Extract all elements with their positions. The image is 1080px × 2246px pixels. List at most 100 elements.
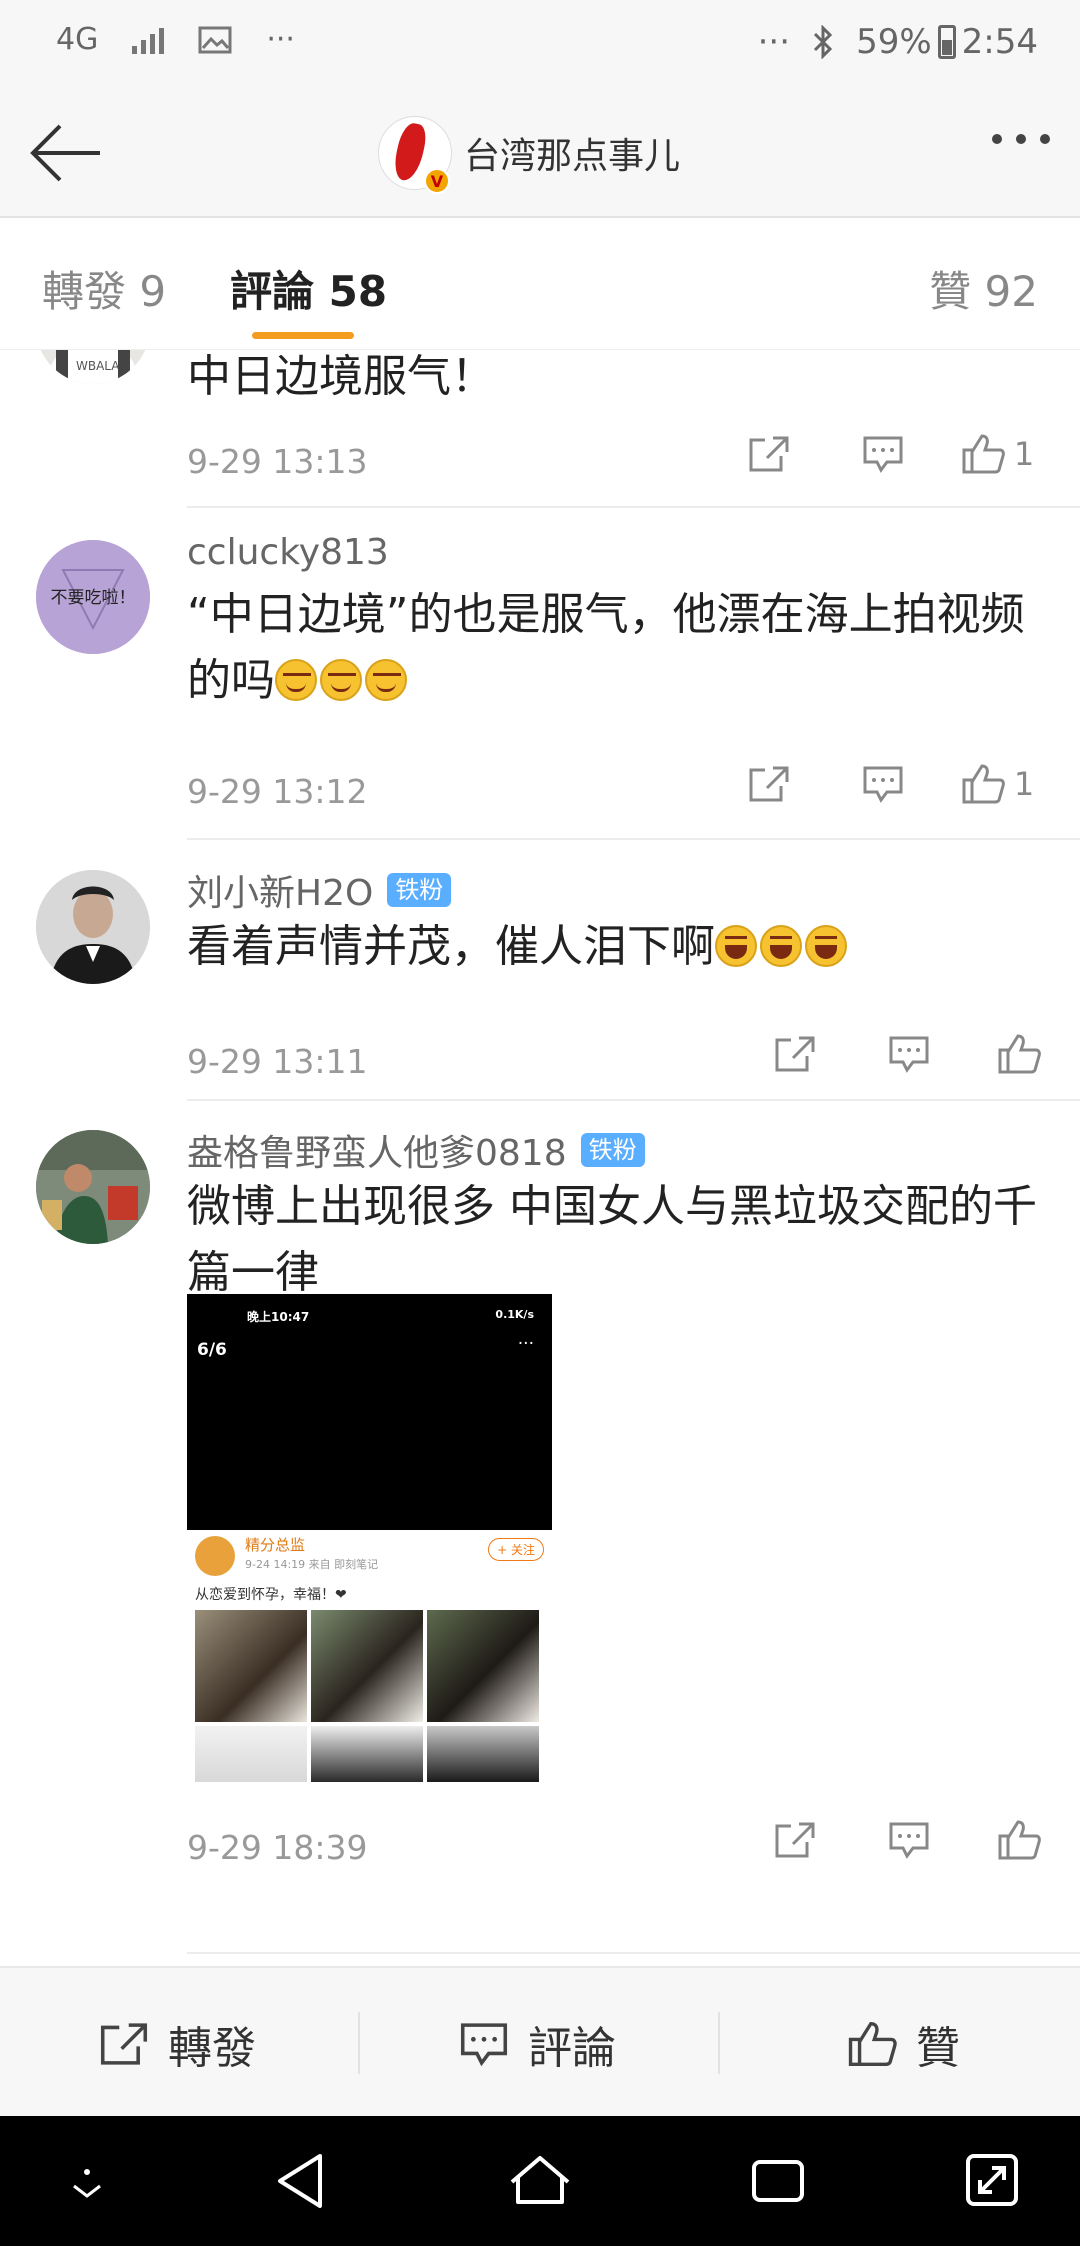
like-button[interactable]: 1 xyxy=(940,762,1054,806)
tab-bar: 轉發 9 評論 58 贊 92 xyxy=(0,218,1080,350)
system-nav-bar xyxy=(0,2116,1080,2246)
reply-button[interactable] xyxy=(852,1820,966,1860)
comment-time: 9-29 13:12 xyxy=(187,772,368,811)
comment-author[interactable]: 刘小新H2O 铁粉 xyxy=(187,864,452,916)
more-options-icon[interactable] xyxy=(992,134,1050,144)
comment-actions: 1 xyxy=(712,762,1054,806)
share-icon xyxy=(749,436,789,472)
like-action-button[interactable]: 贊 xyxy=(846,2012,960,2076)
notification-more-right: ··· xyxy=(757,22,791,62)
fan-badge: 铁粉 xyxy=(580,1133,645,1167)
like-action-label: 贊 xyxy=(916,2023,960,2074)
repost-button[interactable] xyxy=(738,1034,852,1074)
comment-image[interactable]: 晚上10:47 0.1K/s 6/6 ··· 精分总监 9-24 14:19 来… xyxy=(187,1294,552,1782)
avatar[interactable]: WBALA xyxy=(36,350,150,384)
repost-button[interactable] xyxy=(738,1820,852,1860)
laughing-emoji-icon xyxy=(760,925,802,967)
embedded-follow-button: + 关注 xyxy=(488,1538,544,1561)
separator xyxy=(718,2012,720,2074)
recent-apps-icon[interactable] xyxy=(748,2146,808,2216)
network-indicator: 4G xyxy=(56,22,99,57)
comment-text: 看着声情并茂，催人泪下啊 xyxy=(187,914,1047,980)
verified-badge-icon: V xyxy=(424,168,450,194)
comment-icon xyxy=(863,436,903,473)
comment-actions xyxy=(738,1032,1080,1076)
account-title: 台湾那点事儿 xyxy=(464,136,681,177)
back-nav-icon[interactable] xyxy=(272,2146,328,2216)
comment-action-button[interactable]: 評論 xyxy=(458,2012,616,2076)
notification-more: ··· xyxy=(266,22,295,57)
reply-button[interactable] xyxy=(826,434,940,474)
embedded-post-text: 从恋爱到怀孕，幸福！❤ xyxy=(195,1587,347,1603)
author-name[interactable]: cclucky813 xyxy=(187,532,389,573)
laughing-emoji-icon xyxy=(715,925,757,967)
gallery-icon xyxy=(198,26,232,53)
reply-button[interactable] xyxy=(852,1034,966,1074)
repost-action-label: 轉發 xyxy=(168,2023,256,2074)
comment-item: WBALA 中日边境服气！ 9-29 13:13 1 xyxy=(0,350,1080,508)
image-status-right: 0.1K/s xyxy=(495,1308,534,1321)
battery-percent: 59% xyxy=(856,22,932,62)
comment-text: 中日边境服气！ xyxy=(187,351,495,402)
thumbs-up-icon xyxy=(962,434,1005,474)
tab-comments[interactable]: 評論 58 xyxy=(230,258,387,319)
image-more: ··· xyxy=(517,1334,534,1354)
repost-button[interactable] xyxy=(712,764,826,804)
repost-action-button[interactable]: 轉發 xyxy=(98,2012,256,2076)
avatar-text: 不要吃啦！ xyxy=(51,588,136,608)
comment-icon xyxy=(889,1822,929,1859)
comment-action-label: 評論 xyxy=(528,2023,616,2074)
hide-keyboard-icon[interactable] xyxy=(62,2146,112,2216)
laughing-emoji-icon xyxy=(805,925,847,967)
comment-time: 9-29 18:39 xyxy=(187,1828,368,1867)
comment-icon xyxy=(889,1036,929,1073)
like-button[interactable] xyxy=(966,1032,1080,1076)
fan-badge: 铁粉 xyxy=(387,873,452,907)
avatar[interactable] xyxy=(36,1130,150,1244)
sleepy-emoji-icon xyxy=(365,659,407,701)
like-count: 1 xyxy=(1013,765,1035,803)
avatar[interactable] xyxy=(36,870,150,984)
reply-button[interactable] xyxy=(826,764,940,804)
comment-text: “中日边境”的也是服气，他漂在海上拍视频的吗 xyxy=(187,589,1025,706)
like-button[interactable]: 1 xyxy=(940,432,1054,476)
signal-icon xyxy=(132,26,165,54)
bottom-action-bar: 轉發 評論 贊 xyxy=(0,1966,1080,2116)
tab-likes[interactable]: 贊 92 xyxy=(929,258,1038,319)
share-icon xyxy=(775,1822,815,1858)
embedded-photo-grid xyxy=(195,1610,539,1782)
repost-button[interactable] xyxy=(712,434,826,474)
top-nav-bar: 台湾那点事儿 V xyxy=(0,90,1080,218)
image-counter: 6/6 xyxy=(197,1340,227,1360)
embedded-poster-name: 精分总监 xyxy=(245,1536,306,1554)
embedded-post-meta: 9-24 14:19 来自 即刻笔记 xyxy=(245,1558,379,1571)
thumbs-up-icon xyxy=(998,1820,1041,1860)
author-name[interactable]: 刘小新H2O xyxy=(187,864,373,916)
avatar[interactable]: 不要吃啦！ xyxy=(36,540,150,654)
comment-author[interactable]: 盎格鲁野蛮人他爹0818 铁粉 xyxy=(187,1124,645,1176)
expand-icon[interactable] xyxy=(962,2146,1022,2216)
comment-time: 9-29 13:13 xyxy=(187,442,368,481)
status-bar: 4G ··· ··· 59% 2:54 xyxy=(0,0,1080,90)
sleepy-emoji-icon xyxy=(320,659,362,701)
share-icon xyxy=(749,766,789,802)
image-embedded-post: 精分总监 9-24 14:19 来自 即刻笔记 + 关注 从恋爱到怀孕，幸福！❤ xyxy=(187,1530,552,1782)
battery-icon xyxy=(937,25,956,59)
sleepy-emoji-icon xyxy=(275,659,317,701)
comment-icon xyxy=(863,766,903,803)
image-status-time: 晚上10:47 xyxy=(247,1310,310,1324)
author-name[interactable]: 盎格鲁野蛮人他爹0818 xyxy=(187,1124,567,1176)
tab-reposts[interactable]: 轉發 9 xyxy=(42,258,166,319)
comment-time: 9-29 13:11 xyxy=(187,1042,368,1081)
back-arrow-icon[interactable] xyxy=(28,118,104,188)
comment-item: 刘小新H2O 铁粉 看着声情并茂，催人泪下啊 9-29 13:11 xyxy=(0,840,1080,1101)
comment-item: 盎格鲁野蛮人他爹0818 铁粉 微博上出现很多 中国女人与黑垃圾交配的千篇一律 晚… xyxy=(0,1100,1080,1966)
home-nav-icon[interactable] xyxy=(508,2146,572,2216)
status-right: ··· 59% 2:54 xyxy=(758,22,1038,62)
comment-author[interactable]: cclucky813 xyxy=(187,532,389,573)
comment-list[interactable]: WBALA 中日边境服气！ 9-29 13:13 1 不要吃啦！ cclucky… xyxy=(0,350,1080,1966)
embedded-avatar xyxy=(195,1536,235,1576)
comment-icon xyxy=(460,2023,508,2067)
like-button[interactable] xyxy=(966,1818,1080,1862)
clock: 2:54 xyxy=(961,22,1038,62)
